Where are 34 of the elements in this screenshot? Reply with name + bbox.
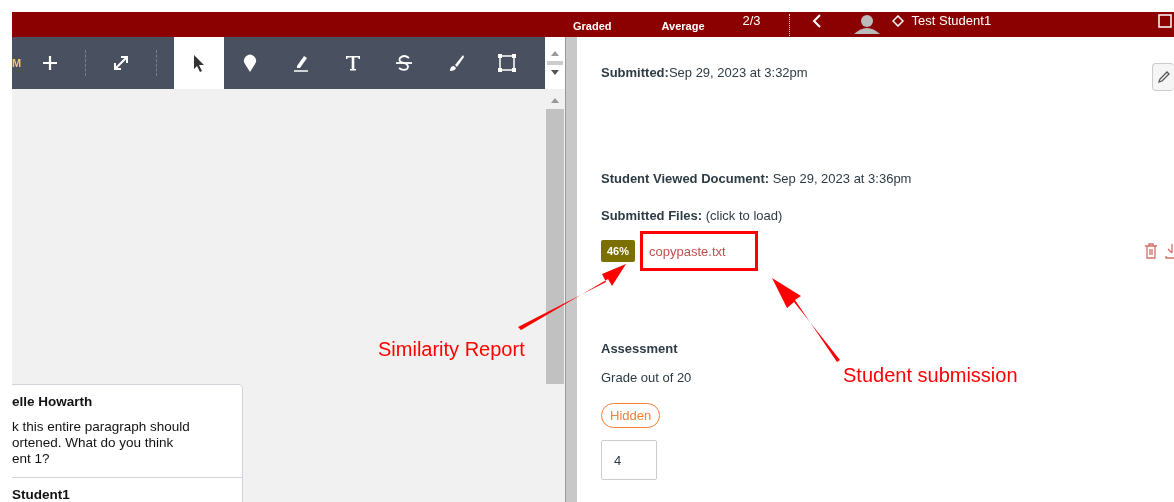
stat-label: Graded — [573, 19, 612, 32]
tool-button[interactable] — [174, 37, 224, 89]
stat-label: Average — [661, 19, 705, 32]
scrollbar[interactable] — [545, 89, 565, 502]
grade-field[interactable]: 4 — [601, 440, 657, 480]
student-name[interactable]: Test Student1 — [911, 13, 992, 28]
viewed-date: Student Viewed Document: Sep 29, 2023 at 3:36pm — [601, 171, 912, 186]
student-counter: 2/3 — [742, 13, 761, 28]
previous-icon — [811, 13, 822, 28]
download-icon — [1165, 243, 1174, 259]
pencil-icon — [1156, 70, 1171, 84]
file-link[interactable]: copypaste.txt — [649, 243, 726, 259]
scroll-up-icon — [550, 97, 560, 103]
comment-author: elle Howarth — [12, 394, 94, 409]
comment-author: Student1 — [12, 487, 71, 502]
grade-label: Grade out of 20 — [601, 370, 692, 385]
scroll-down-icon — [550, 70, 560, 76]
strikethrough-icon — [394, 53, 415, 73]
edit-button[interactable] — [1152, 63, 1174, 91]
submitted-date: Submitted:Sep 29, 2023 at 3:32pm — [601, 65, 808, 80]
files-label: Submitted Files: (click to load) — [601, 208, 783, 223]
plus-icon — [40, 53, 60, 73]
window-icon — [1158, 13, 1172, 28]
rectangle-icon — [497, 53, 518, 73]
trash-icon — [1144, 243, 1158, 259]
similarity-badge[interactable]: 46% — [601, 240, 636, 262]
annotation-label: Similarity Report — [378, 338, 525, 361]
diamond-icon — [891, 14, 904, 27]
section-heading: Assessment — [601, 341, 678, 356]
expand-icon — [111, 53, 131, 73]
comment-text: k this entire paragraph should ortened. What do you think ent 1? — [12, 419, 191, 467]
annotation-label: Student submission — [843, 364, 1018, 387]
toolbar-label: M — [12, 57, 23, 69]
scroll-up-icon — [550, 50, 560, 56]
